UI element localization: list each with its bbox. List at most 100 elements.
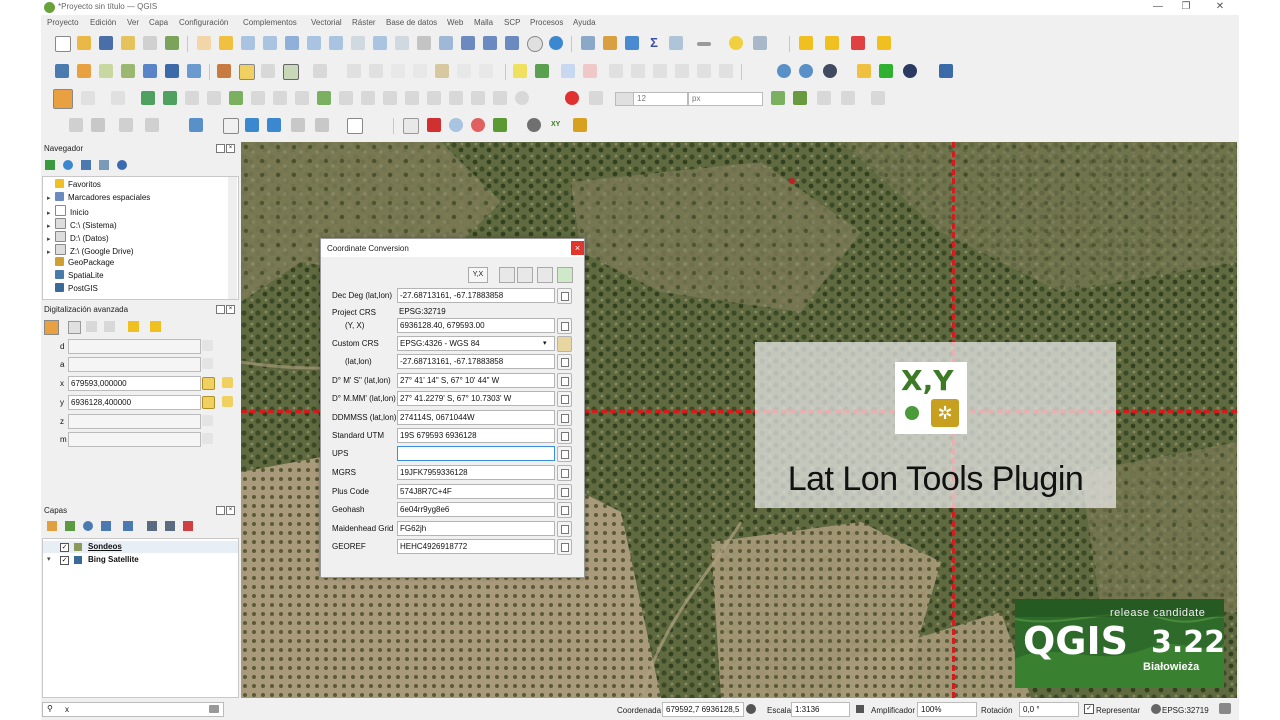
nav-item-spatialite[interactable]: SpatiaLite [47,270,104,282]
repeat-lock-icon[interactable] [222,396,233,407]
layer-visibility-checkbox[interactable]: ✓ [60,543,69,552]
nav-item-d-drive[interactable]: ▸ D:\ (Datos) [47,231,109,243]
lock-icon[interactable] [202,340,213,351]
topological-editing-icon[interactable] [871,91,885,105]
nav-item-marcadores[interactable]: ▸ Marcadores espaciales [47,192,150,204]
label-props-icon[interactable] [697,64,711,78]
add-wfs-icon[interactable] [187,64,201,78]
georef-field[interactable]: HEHC4926918772 [397,539,555,554]
menu-ayuda[interactable]: Ayuda [573,18,596,27]
undo-icon[interactable] [457,64,471,78]
layer-row-bing-satellite[interactable]: ▾ ✓ Bing Satellite [43,554,238,566]
map-swipe-icon[interactable] [777,64,791,78]
latlon-zoom-icon[interactable] [427,118,441,132]
add-ring-icon[interactable] [185,91,199,105]
add-selected-icon[interactable] [45,160,55,170]
pick-coordinate-icon[interactable] [517,267,533,283]
select-by-value-icon[interactable] [825,36,839,50]
copy-icon[interactable] [557,373,572,389]
dmm-field[interactable]: 27° 41.2279' S, 67° 10.7303' W [397,391,555,406]
select-arrow-icon[interactable] [223,118,239,134]
rotate-tool-icon[interactable] [267,118,281,132]
filter-legend-icon[interactable] [101,521,111,531]
delete-part-icon[interactable] [273,91,287,105]
close-panel-icon[interactable]: × [226,144,235,153]
save-project-icon[interactable] [99,36,113,50]
python-console-icon[interactable] [857,64,871,78]
menu-configuracion[interactable]: Configuración [179,18,228,27]
menu-capa[interactable]: Capa [149,18,168,27]
earth-icon[interactable] [903,64,917,78]
crs-label[interactable]: EPSG:32719 [1162,706,1209,715]
current-edits-icon[interactable] [217,64,231,78]
split-parts-icon[interactable] [163,91,177,105]
lock-icon[interactable] [202,358,213,369]
zoom-last-icon[interactable] [373,36,387,50]
digitize-icon[interactable] [283,64,299,80]
collapse-all-icon[interactable] [99,160,109,170]
reverse-line-icon[interactable] [339,91,353,105]
crs-globe-icon[interactable] [1151,704,1161,714]
show-hide-labels-icon[interactable] [609,64,623,78]
menu-base-de-datos[interactable]: Base de datos [386,18,437,27]
avoid-overlap-icon[interactable] [817,91,831,105]
add-part-icon[interactable] [207,91,221,105]
copy-move-icon[interactable] [493,91,507,105]
dms-field[interactable]: 27° 41' 14" S, 67° 10' 44" W [397,373,555,388]
latlon-extents-icon[interactable] [493,118,507,132]
simplify-icon[interactable] [383,91,397,105]
perpendicular-icon[interactable] [104,321,115,332]
bookmark-icon[interactable] [461,36,475,50]
new-3d-view-icon[interactable] [439,36,453,50]
search-input[interactable]: x [65,705,69,714]
menu-malla[interactable]: Malla [474,18,493,27]
minimize-icon[interactable]: — [1151,1,1165,12]
rotation-spinbox[interactable]: 0,0 ° [1019,702,1079,717]
coordinate-capture-icon[interactable] [799,64,813,78]
angle-field[interactable] [68,357,201,372]
copy-canvas-icon[interactable] [403,118,419,134]
shape-digitize-icon[interactable] [119,118,133,132]
float-panel-icon[interactable] [216,506,225,515]
custom-crs-select[interactable]: EPSG:4326 - WGS 84 [397,336,555,351]
change-label-icon[interactable] [675,64,689,78]
pin-labels-icon[interactable] [583,64,597,78]
menu-vectorial[interactable]: Vectorial [311,18,342,27]
snap-mode-icon[interactable] [81,91,95,105]
copy-icon[interactable] [557,446,572,462]
text-format-icon[interactable] [315,118,329,132]
profile-tool-icon[interactable] [879,64,893,78]
reshape-icon[interactable] [295,91,309,105]
menu-ver[interactable]: Ver [127,18,139,27]
ddmmss-field[interactable]: 274114S, 0671044W [397,410,555,425]
construction-icon[interactable] [68,321,81,334]
add-group-icon[interactable] [65,521,75,531]
measure-angle-icon[interactable] [91,118,105,132]
self-snap-icon[interactable] [841,91,855,105]
nav-item-favoritos[interactable]: Favoritos [47,179,101,191]
rectangle-tool-icon[interactable] [145,118,159,132]
show-bookmarks-icon[interactable] [483,36,497,50]
measure-icon[interactable] [697,42,711,46]
globe-tool-icon[interactable] [823,64,837,78]
float-panel-icon[interactable] [216,305,225,314]
select-features-icon[interactable] [799,36,813,50]
close-panel-icon[interactable]: × [226,305,235,314]
save-as-icon[interactable] [121,36,135,50]
lock-scale-icon[interactable] [856,705,864,713]
lock-icon[interactable] [202,396,215,409]
delete-selected-icon[interactable] [369,64,383,78]
scale-combobox[interactable]: 1:3136 [791,702,850,717]
refresh-nav-icon[interactable] [63,160,73,170]
delete-ring-icon[interactable] [251,91,265,105]
unpin-labels-icon[interactable] [719,64,733,78]
map-tips-icon[interactable] [753,36,767,50]
vertex-tool-icon[interactable] [313,64,327,78]
latlon-capture-icon[interactable] [471,118,485,132]
copy-icon[interactable] [557,391,572,407]
snap-intersection-icon[interactable] [771,91,785,105]
menu-complementos[interactable]: Complementos [243,18,297,27]
xy-conversion-icon[interactable]: XY [551,118,565,132]
settings-icon[interactable] [557,267,573,283]
trim-extend-icon[interactable] [361,91,375,105]
